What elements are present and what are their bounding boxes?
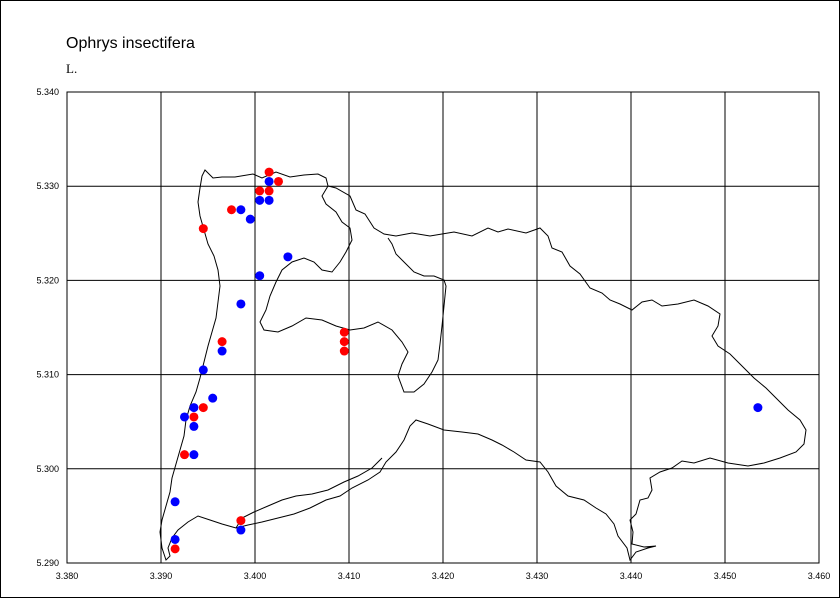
- y-tick-label: 5.320: [36, 275, 59, 285]
- occurrence-point: [264, 167, 274, 177]
- x-tick-label: 3.390: [150, 571, 173, 581]
- occurrence-point: [236, 205, 246, 215]
- occurrence-point: [189, 412, 199, 422]
- occurrence-point: [217, 337, 227, 347]
- occurrence-point: [198, 224, 208, 234]
- occurrence-point: [264, 186, 274, 196]
- x-tick-label: 3.420: [432, 571, 455, 581]
- occurrence-point: [227, 205, 236, 215]
- occurrence-point: [255, 271, 265, 281]
- occurrence-point: [198, 403, 208, 413]
- y-tick-label: 5.310: [36, 370, 59, 380]
- occurrence-point: [264, 195, 274, 205]
- occurrence-points: [170, 167, 763, 554]
- distribution-map: 3.380 3.390 3.400 3.410 3.420 3.430 3.440 3.450…: [36, 87, 830, 581]
- y-tick-label: 5.290: [36, 558, 59, 568]
- y-tick-label: 5.340: [36, 87, 59, 97]
- occurrence-point: [283, 252, 293, 262]
- y-tick-label: 5.330: [36, 181, 59, 191]
- occurrence-point: [339, 346, 349, 356]
- occurrence-point: [753, 403, 763, 413]
- x-tick-label: 3.430: [526, 571, 549, 581]
- occurrence-point: [339, 327, 349, 337]
- occurrence-point: [264, 176, 274, 186]
- occurrence-point: [180, 450, 189, 460]
- x-tick-label: 3.410: [338, 571, 361, 581]
- occurrence-point: [217, 346, 227, 356]
- occurrence-point: [255, 186, 265, 196]
- occurrence-point: [208, 393, 218, 403]
- region-border: [159, 169, 807, 562]
- occurrence-point: [189, 421, 199, 431]
- inner-boundary-north: [259, 185, 447, 393]
- occurrence-point: [170, 534, 180, 544]
- occurrence-point: [170, 497, 180, 507]
- occurrence-point: [255, 195, 265, 205]
- occurrence-point: [339, 337, 349, 347]
- x-tick-label: 3.380: [56, 571, 79, 581]
- x-tick-label: 3.440: [620, 571, 643, 581]
- outer-boundary: [159, 169, 807, 562]
- axis-ticks: 3.380 3.390 3.400 3.410 3.420 3.430 3.440 3.450…: [36, 87, 830, 581]
- y-tick-label: 5.300: [36, 464, 59, 474]
- occurrence-point: [198, 365, 208, 375]
- occurrence-point: [180, 412, 189, 422]
- occurrence-point: [236, 525, 246, 535]
- occurrence-point: [274, 176, 283, 186]
- x-tick-label: 3.400: [244, 571, 267, 581]
- x-tick-label: 3.450: [714, 571, 737, 581]
- occurrence-point: [189, 403, 199, 413]
- occurrence-point: [189, 450, 199, 460]
- x-tick-label: 3.460: [808, 571, 831, 581]
- grid-lines: [66, 91, 820, 564]
- occurrence-point: [236, 516, 246, 526]
- occurrence-point: [170, 544, 180, 554]
- occurrence-point: [236, 299, 246, 309]
- occurrence-point: [245, 214, 255, 224]
